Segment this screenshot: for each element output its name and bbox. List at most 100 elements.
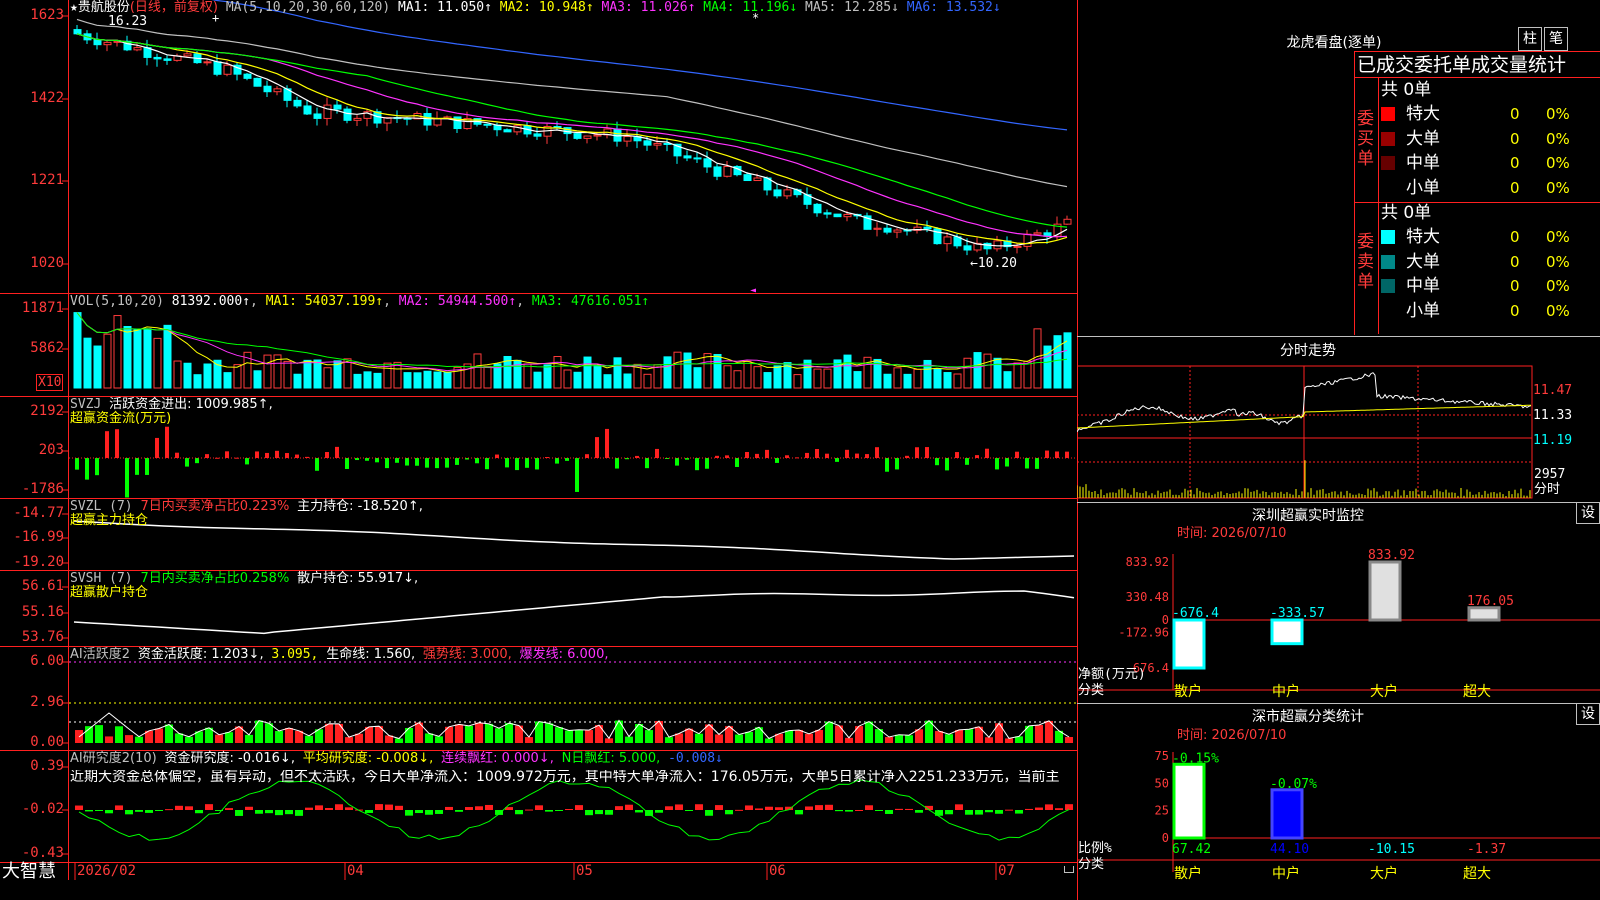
svsh-ratio: 7日内买卖净占比0.258% — [140, 571, 290, 586]
research-bar — [715, 805, 723, 810]
candle-body — [323, 104, 332, 119]
activity-bar — [795, 729, 803, 743]
research-bar — [435, 810, 443, 814]
ai1-axis-label: 0.00 — [30, 734, 64, 750]
fund-flow-bar — [395, 458, 399, 463]
low-price-marker: ←10.20 — [970, 256, 1017, 271]
candle-body — [873, 227, 882, 230]
activity-bar — [575, 729, 583, 743]
fund-flow-bar — [885, 458, 889, 472]
activity-bar — [955, 729, 963, 743]
candle-body — [213, 61, 222, 75]
candle-body — [993, 240, 1002, 250]
research-bar — [975, 810, 983, 815]
fund-flow-bar — [385, 458, 389, 469]
sell-row-pct: 0% — [1546, 277, 1570, 295]
star-icon[interactable]: ★ — [70, 0, 78, 15]
chart-header: ★贵航股份(日线，前复权) MA(5,10,20,30,60,120) MA1:… — [70, 0, 1001, 15]
stock-name[interactable]: 贵航股份 — [78, 0, 130, 15]
fund-flow-bar — [325, 452, 329, 458]
research-bar — [655, 810, 663, 813]
activity-bar — [1005, 738, 1013, 743]
fund-flow-bar — [1005, 458, 1009, 467]
category-axis-label: 75 — [1155, 749, 1169, 763]
vol-ma2-value: 54944.500↑ — [437, 294, 517, 309]
lock-icon[interactable] — [1064, 866, 1074, 873]
fund-flow-bar — [275, 450, 279, 458]
svzl-axis-label: -19.20 — [13, 554, 64, 570]
research-bar — [325, 807, 333, 810]
volume-bar — [413, 372, 422, 389]
volume-bar — [563, 369, 572, 389]
monitor-bar-value: 833.92 — [1368, 548, 1415, 563]
activity-bar — [285, 728, 293, 743]
category-axis-label: 25 — [1155, 804, 1169, 818]
research-bar — [605, 810, 613, 815]
candle-body — [423, 113, 432, 126]
buy-color-swatch — [1381, 131, 1395, 146]
volume-bar — [883, 373, 892, 389]
volume-bar — [553, 356, 562, 389]
monitor-axis-label: 330.48 — [1126, 590, 1169, 604]
sz-category-settings-button[interactable]: 设 — [1576, 703, 1600, 725]
svzl-ratio: 7日内买卖净占比0.223% — [140, 499, 290, 514]
research-bar — [285, 810, 293, 815]
volume-bar — [803, 359, 812, 389]
volume-bar — [73, 312, 82, 389]
research-bar — [955, 804, 963, 810]
candle-body — [773, 189, 782, 197]
candle-body — [343, 108, 352, 121]
buy-row-count: 0 — [1510, 105, 1520, 123]
activity-bar — [715, 734, 723, 743]
activity-bar — [685, 728, 693, 743]
activity-bar — [645, 730, 653, 743]
research-bar — [555, 810, 563, 811]
candle-body — [923, 226, 932, 230]
volume-bar — [573, 371, 582, 389]
sz-monitor-settings-button[interactable]: 设 — [1576, 502, 1600, 524]
fund-flow-bar — [415, 458, 419, 466]
research-bar — [995, 810, 1003, 814]
volume-bar — [423, 370, 432, 389]
volume-bar — [983, 353, 992, 389]
period-label[interactable]: (日线，前复权) — [130, 0, 218, 15]
research-bar — [985, 810, 993, 813]
category-ylabel: 比例% — [1078, 841, 1112, 856]
candle-body — [93, 39, 102, 46]
main-holding-line — [73, 520, 1075, 560]
research-bar — [915, 810, 923, 813]
vol-ma3-label: MA3: — [531, 294, 564, 309]
volume-bar — [623, 373, 632, 389]
fund-flow-bar — [515, 458, 519, 471]
volume-bar — [303, 359, 312, 389]
volume-bar — [393, 361, 402, 389]
axis-ticks — [62, 15, 68, 855]
research-bar — [115, 805, 123, 810]
volume-bar — [163, 324, 172, 389]
svzj-value: 活跃资金进出: 1009.985↑, — [109, 397, 273, 412]
fund-flow-bar — [965, 458, 969, 465]
intraday-chart[interactable] — [1077, 358, 1600, 502]
research-bar — [675, 804, 683, 810]
activity-bar — [425, 733, 433, 743]
fund-flow-bar — [375, 458, 379, 463]
sell-color-swatch — [1381, 303, 1395, 318]
bar-mode-button[interactable]: 柱 — [1518, 27, 1542, 51]
monitor-ylabel: 净额(万元) — [1078, 667, 1146, 682]
date-label: 06 — [769, 863, 786, 879]
research-bar — [835, 810, 843, 812]
fund-flow-bar — [345, 458, 349, 469]
candle-body — [833, 213, 842, 218]
volume-bar — [533, 371, 542, 389]
candle-body — [1023, 233, 1032, 247]
ma4-value: MA4: 11.196↓ — [703, 0, 806, 15]
research-bar — [125, 810, 133, 815]
volume-bar — [323, 367, 332, 389]
ma-label: MA(5,10,20,30,60,120) — [225, 0, 391, 15]
research-bar — [445, 806, 453, 810]
date-label: 2026/02 — [77, 863, 137, 879]
activity-bar — [485, 723, 493, 743]
activity-bar — [105, 736, 113, 743]
fund-flow-bar — [245, 458, 249, 465]
tick-mode-button[interactable]: 笔 — [1544, 27, 1568, 51]
